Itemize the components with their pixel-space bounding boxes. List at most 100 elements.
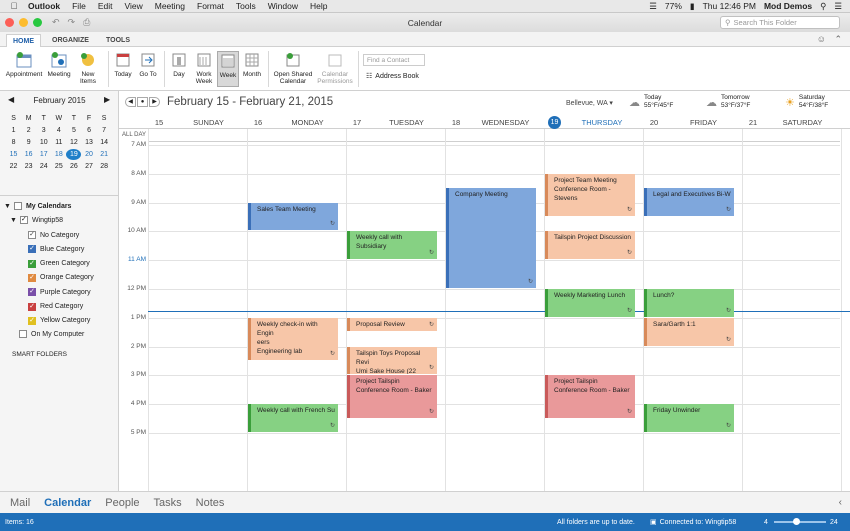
zoom-slider-track[interactable] [774,521,826,523]
mini-calendar-day[interactable]: 2 [21,127,36,134]
mini-calendar-day[interactable]: 13 [81,139,96,146]
calendar-event[interactable]: Weekly Marketing Lunch ↻ [545,289,635,317]
calendar-event[interactable]: Weekly call with Subsidiary ↻ [347,231,437,260]
mini-calendar-day[interactable]: 12 [66,139,81,146]
category-row[interactable]: ✓ Yellow Category [28,314,90,328]
find-contact-input[interactable]: Find a Contact [363,54,425,66]
week-view-button[interactable]: Week [217,51,239,87]
nav-mail[interactable]: Mail [10,497,30,509]
print-icon[interactable]: ⎙ [83,17,90,28]
category-row[interactable]: ✓ Purple Category [28,285,91,299]
calendar-event[interactable]: Tailspin Project Discussion ↻ [545,231,635,260]
menu-window[interactable]: Window [268,1,298,11]
category-checkbox[interactable]: ✓ [28,288,36,297]
calendar-event[interactable]: Sara/Garth 1:1 ↻ [644,317,734,346]
category-row[interactable]: ✓ Green Category [28,257,90,271]
mini-calendar-day[interactable]: 6 [81,127,96,134]
search-input[interactable]: ⚲ Search This Folder [720,16,840,29]
my-calendars-checkbox[interactable] [13,202,22,210]
menu-tools[interactable]: Tools [236,1,256,11]
mini-calendar-day[interactable]: 7 [97,127,112,134]
day-header-monday[interactable]: 16 MONDAY [247,115,346,129]
nav-tasks[interactable]: Tasks [154,497,182,509]
mini-calendar-day[interactable]: 17 [36,151,51,158]
mini-calendar-day[interactable]: 16 [21,151,36,158]
mini-calendar-day[interactable]: 3 [36,127,51,134]
calendar-event[interactable]: Project Team Meeting Conference Room - St… [545,173,635,216]
redo-icon[interactable]: ↷ [68,17,76,28]
mini-calendar-day[interactable]: 15 [6,151,21,158]
disclosure-triangle-icon[interactable]: ▼ [10,217,17,224]
zoom-window-button[interactable] [33,18,42,27]
account-wingtip58[interactable]: ▼ ✓ Wingtip58 [10,213,63,227]
day-view-button[interactable]: Day [168,51,190,78]
mini-calendar-day[interactable]: 18 [51,151,66,158]
calendar-event[interactable]: Weekly check-in with Engin eers Engineerin… [248,317,338,360]
app-menu[interactable]: Outlook [28,1,60,11]
category-row[interactable]: ✓ Orange Category [28,271,94,285]
address-book-button[interactable]: ☷ Address Book [366,72,419,81]
apple-icon[interactable]:  [6,1,22,11]
category-checkbox[interactable]: ✓ [28,302,36,311]
category-checkbox[interactable]: ✓ [28,231,36,239]
menu-edit[interactable]: Edit [98,1,113,11]
nav-calendar[interactable]: Calendar [44,497,91,509]
mini-calendar-day[interactable]: 5 [66,127,81,134]
mini-calendar-day[interactable]: 21 [97,151,112,158]
mini-calendar-day[interactable]: 27 [81,163,96,170]
mini-calendar-day[interactable]: 11 [51,139,66,146]
calendar-event[interactable]: Weekly call with French Su ↻ [248,404,338,432]
account-checkbox[interactable]: ✓ [19,216,28,224]
mini-calendar-day[interactable]: 26 [66,163,81,170]
category-checkbox[interactable]: ✓ [28,245,36,254]
menu-format[interactable]: Format [197,1,224,11]
mini-calendar-day[interactable]: 23 [21,163,36,170]
mini-calendar-day[interactable]: 28 [97,163,112,170]
calendar-event[interactable]: Sales Team Meeting ↻ [248,202,338,231]
undo-icon[interactable]: ↶ [52,17,60,28]
day-header-friday[interactable]: 20 FRIDAY [643,115,742,129]
day-header-wednesday[interactable]: 18 WEDNESDAY [445,115,544,129]
mini-calendar-day[interactable]: 14 [97,139,112,146]
mini-calendar-day[interactable]: 19 [66,148,82,160]
new-meeting-button[interactable]: Meeting [46,51,72,78]
tab-home[interactable]: HOME [6,34,41,47]
collapse-ribbon-icon[interactable]: ⌃ [834,34,842,45]
nav-notes[interactable]: Notes [196,497,225,509]
calendar-event[interactable]: Tailspin Toys Proposal Revi Umi Sake Hous… [347,346,437,375]
today-button[interactable]: Today [112,51,134,78]
spotlight-icon[interactable]: ⚲ [820,1,826,12]
zoom-slider-thumb[interactable] [793,518,800,525]
mini-calendar-day[interactable]: 22 [6,163,21,170]
category-checkbox[interactable]: ✓ [28,316,36,325]
day-header-thursday[interactable]: 19 THURSDAY [544,115,643,129]
week-grid[interactable]: ALL DAY 7 AM 8 AM 9 AM 10 AM 11 AM 12 PM 1 PM 2… [119,129,850,491]
next-week-button[interactable]: ▶ [149,97,160,107]
calendar-event[interactable]: Project Tailspin Conference Room - Baker ↻ [545,375,635,418]
category-row[interactable]: ✓ No Category [28,228,79,242]
menu-view[interactable]: View [124,1,142,11]
goto-button[interactable]: Go To [136,51,160,78]
tab-tools[interactable]: TOOLS [100,34,136,47]
day-header-saturday[interactable]: 21 SATURDAY [742,115,841,129]
mini-calendar-day[interactable]: 4 [51,127,66,134]
work-week-view-button[interactable]: Work Week [192,51,216,85]
category-checkbox[interactable]: ✓ [28,273,36,282]
disclosure-triangle-icon[interactable]: ▼ [4,203,11,210]
minimize-window-button[interactable] [19,18,28,27]
mini-calendar-day[interactable]: 25 [51,163,66,170]
battery-icon[interactable]: ▮ [690,1,695,12]
nav-people[interactable]: People [105,497,139,509]
weather-location[interactable]: Bellevue, WA ▾ [566,99,613,107]
mini-calendar-day[interactable]: 8 [6,139,21,146]
user-name[interactable]: Mod Demos [764,1,812,11]
day-header-sunday[interactable]: 15 SUNDAY [148,115,247,129]
prev-week-button[interactable]: ◀ [125,97,136,107]
on-my-computer[interactable]: On My Computer [19,327,84,341]
smiley-feedback-icon[interactable]: ☺ [817,34,826,44]
day-header-tuesday[interactable]: 17 TUESDAY [346,115,445,129]
category-checkbox[interactable]: ✓ [28,259,36,268]
my-calendars-header[interactable]: ▼ My Calendars [4,199,71,213]
mini-calendar-day[interactable]: 20 [81,151,96,158]
close-window-button[interactable] [5,18,14,27]
